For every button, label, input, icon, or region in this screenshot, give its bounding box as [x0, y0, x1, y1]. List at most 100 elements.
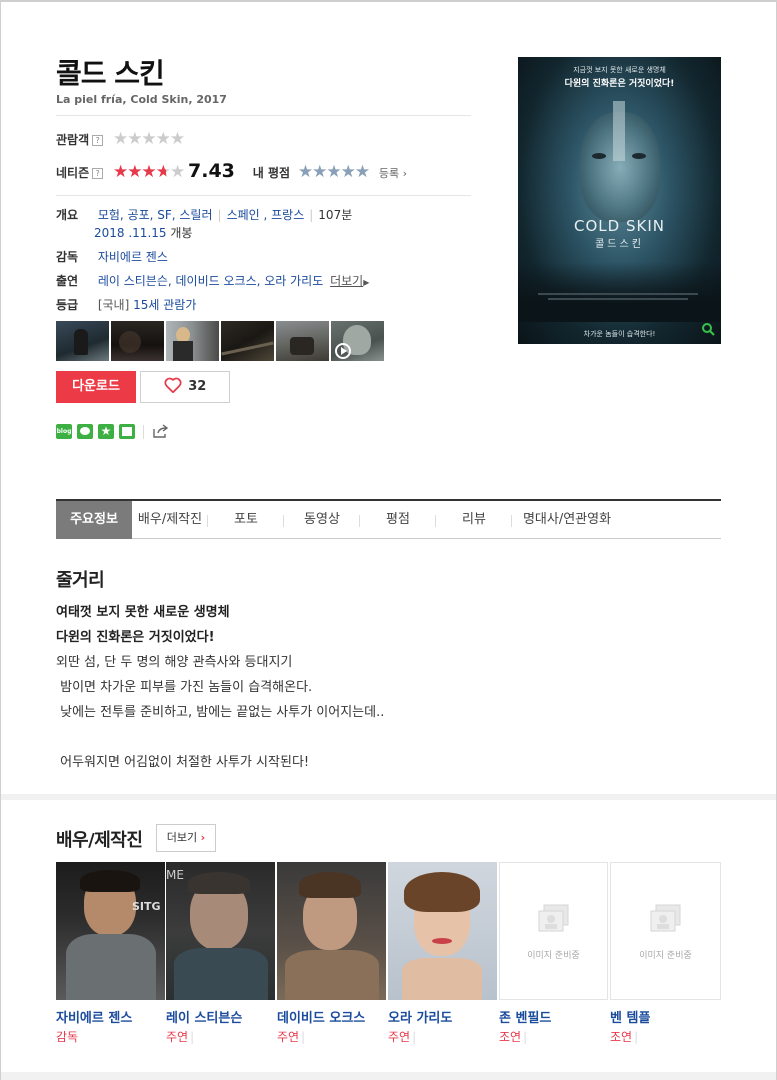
person-name[interactable]: 레이 스티븐슨 — [166, 1007, 275, 1026]
section-divider — [1, 794, 776, 800]
synopsis-line: 여태껏 보지 못한 새로운 생명체 — [56, 605, 230, 620]
synopsis-line: 다윈의 진화론은 거짓이었다! — [56, 630, 215, 645]
tab-cast-crew[interactable]: 배우/제작진 — [132, 501, 208, 539]
poster-lighthouse-art — [613, 101, 625, 161]
movie-title: 콜드 스킨 — [56, 57, 165, 90]
no-image-text: 이미지 준비중 — [639, 951, 692, 961]
person-role: 조연 | — [610, 1030, 639, 1044]
grade-prefix: [국내] — [97, 298, 130, 312]
person-photo-placeholder: 이미지 준비중 — [610, 862, 721, 1000]
cast-card[interactable]: 이미지 준비중 벤 템플 조연 | — [610, 862, 721, 1045]
line-icon[interactable] — [77, 424, 93, 439]
release-suffix: 개봉 — [170, 226, 193, 240]
release-date-link[interactable]: 2018 .11.15 — [94, 226, 167, 240]
overview-row: 개요 모험, 공포, SF, 스릴러 | 스페인 , 프랑스 | 107분 — [56, 208, 353, 222]
still-thumbnail[interactable] — [221, 321, 274, 361]
person-name[interactable]: 벤 템플 — [610, 1007, 721, 1026]
grade-link[interactable]: 15세 관람가 — [133, 298, 196, 312]
person-role: 주연 | — [277, 1030, 306, 1044]
poster-title-en: COLD SKIN — [574, 217, 665, 235]
tab-main-info[interactable]: 주요정보 — [56, 501, 132, 539]
cast-card[interactable]: 이미지 준비중 존 벤필드 조연 | — [499, 862, 608, 1045]
synopsis-text: 여태껏 보지 못한 새로운 생명체 다윈의 진화론은 거짓이었다! 외딴 섬, … — [56, 600, 384, 775]
blog-icon[interactable]: blog — [56, 424, 72, 439]
star-icon[interactable]: ★ — [98, 424, 114, 439]
person-role: 감독 — [56, 1030, 79, 1044]
still-thumbnail[interactable] — [276, 321, 329, 361]
person-name[interactable]: 자비에르 젠스 — [56, 1007, 165, 1026]
my-rating-stars[interactable]: ★★★★★ — [298, 162, 370, 182]
tab-photos[interactable]: 포토 — [208, 501, 284, 539]
release-row: 2018 .11.15 개봉 — [94, 224, 192, 241]
cast-section-heading: 배우/제작진 — [56, 830, 143, 851]
cast-card[interactable]: 데이비드 오크스 주연 | — [277, 862, 386, 1045]
zoom-icon[interactable] — [701, 322, 715, 336]
tab-ratings[interactable]: 평점 — [360, 501, 436, 539]
synopsis-line: 어두워지면 어김없이 처절한 사투가 시작된다! — [56, 755, 310, 770]
person-role: 주연 | — [166, 1030, 195, 1044]
like-button[interactable]: 32 — [140, 371, 230, 403]
synopsis-line: 낮에는 전투를 준비하고, 밤에는 끝없는 사투가 이어지는데.. — [56, 705, 385, 720]
tab-videos[interactable]: 동영상 — [284, 501, 360, 539]
still-thumbnail[interactable] — [166, 321, 219, 361]
help-icon[interactable]: ? — [92, 135, 104, 146]
my-rating-label: 내 평점 — [252, 166, 291, 180]
person-name[interactable]: 데이비드 오크스 — [277, 1007, 386, 1026]
cast-more-button[interactable]: 더보기 › — [156, 824, 216, 852]
movie-subtitle: La piel fría, Cold Skin, 2017 — [56, 93, 227, 106]
netizen-label: 네티즌 — [56, 166, 90, 180]
person-name[interactable]: 존 벤필드 — [499, 1007, 608, 1026]
tab-reviews[interactable]: 리뷰 — [436, 501, 512, 539]
netizen-stars: ★★★★★ — [112, 162, 185, 182]
download-button[interactable]: 다운로드 — [56, 371, 136, 403]
audience-rating: 관람객? ★★★★★ — [56, 129, 185, 149]
cast-row: 출연 레이 스티븐슨, 데이비드 오크스, 오라 가리도 더보기▶ — [56, 272, 369, 289]
tab-quotes-related[interactable]: 명대사/연관영화 — [512, 501, 622, 539]
cast-label: 출연 — [56, 274, 79, 288]
person-name[interactable]: 오라 가리도 — [388, 1007, 497, 1026]
no-image-text: 이미지 준비중 — [527, 951, 580, 961]
runtime: 107분 — [318, 208, 353, 222]
person-photo — [388, 862, 497, 1000]
person-photo — [277, 862, 386, 1000]
poster-bottom-text: 차가운 놈들이 습격한다! — [583, 330, 656, 338]
still-thumbnail[interactable] — [111, 321, 164, 361]
chevron-right-icon: › — [200, 831, 206, 844]
country-links[interactable]: 스페인 , 프랑스 — [227, 208, 305, 222]
director-row: 감독 자비에르 젠스 — [56, 248, 168, 265]
genre-links[interactable]: 모험, 공포, SF, 스릴러 — [98, 208, 213, 222]
cast-links[interactable]: 레이 스티븐슨, 데이비드 오크스, 오라 가리도 — [98, 274, 323, 288]
director-label: 감독 — [56, 250, 79, 264]
divider — [143, 424, 144, 439]
poster-tagline-1: 지금껏 보지 못한 새로운 생명체 — [573, 66, 666, 74]
person-role: 주연 | — [388, 1030, 417, 1044]
person-photo-placeholder: 이미지 준비중 — [499, 862, 608, 1000]
divider — [56, 115, 471, 116]
cast-more-link[interactable]: 더보기 — [330, 274, 363, 288]
poster-title-ko: 콜드스킨 — [595, 239, 644, 250]
share-bar: blog ★ — [56, 424, 169, 439]
netizen-score: 7.43 — [188, 160, 235, 182]
band-icon[interactable] — [119, 424, 135, 439]
section-divider — [1, 1072, 776, 1080]
synopsis-heading: 줄거리 — [56, 570, 105, 591]
netizen-rating: 네티즌? ★★★★★ 7.43 내 평점 ★★★★★ 등록 › — [56, 160, 407, 182]
grade-row: 등급 [국내] 15세 관람가 — [56, 296, 196, 313]
tab-bar: 주요정보 배우/제작진 포토 동영상 평점 리뷰 명대사/연관영화 — [56, 499, 721, 539]
person-photo: SITG — [56, 862, 165, 1000]
audience-stars: ★★★★★ — [112, 129, 185, 149]
grade-label: 등급 — [56, 298, 79, 312]
register-rating-link[interactable]: 등록 › — [379, 167, 407, 180]
cast-card[interactable]: 오라 가리도 주연 | — [388, 862, 497, 1045]
cast-card[interactable]: ME 레이 스티븐슨 주연 | — [166, 862, 275, 1045]
still-thumbnail[interactable] — [56, 321, 109, 361]
overview-label: 개요 — [56, 208, 79, 222]
director-link[interactable]: 자비에르 젠스 — [98, 250, 168, 264]
movie-poster[interactable]: 지금껏 보지 못한 새로운 생명체 다윈의 진화론은 거짓이었다! COLD S… — [518, 57, 721, 344]
like-count: 32 — [188, 379, 207, 394]
share-icon[interactable] — [152, 424, 169, 439]
poster-tagline-2: 다윈의 진화론은 거짓이었다! — [564, 79, 675, 89]
help-icon[interactable]: ? — [92, 168, 104, 179]
video-thumbnail[interactable] — [331, 321, 384, 361]
cast-card[interactable]: SITG 자비에르 젠스 감독 — [56, 862, 165, 1045]
